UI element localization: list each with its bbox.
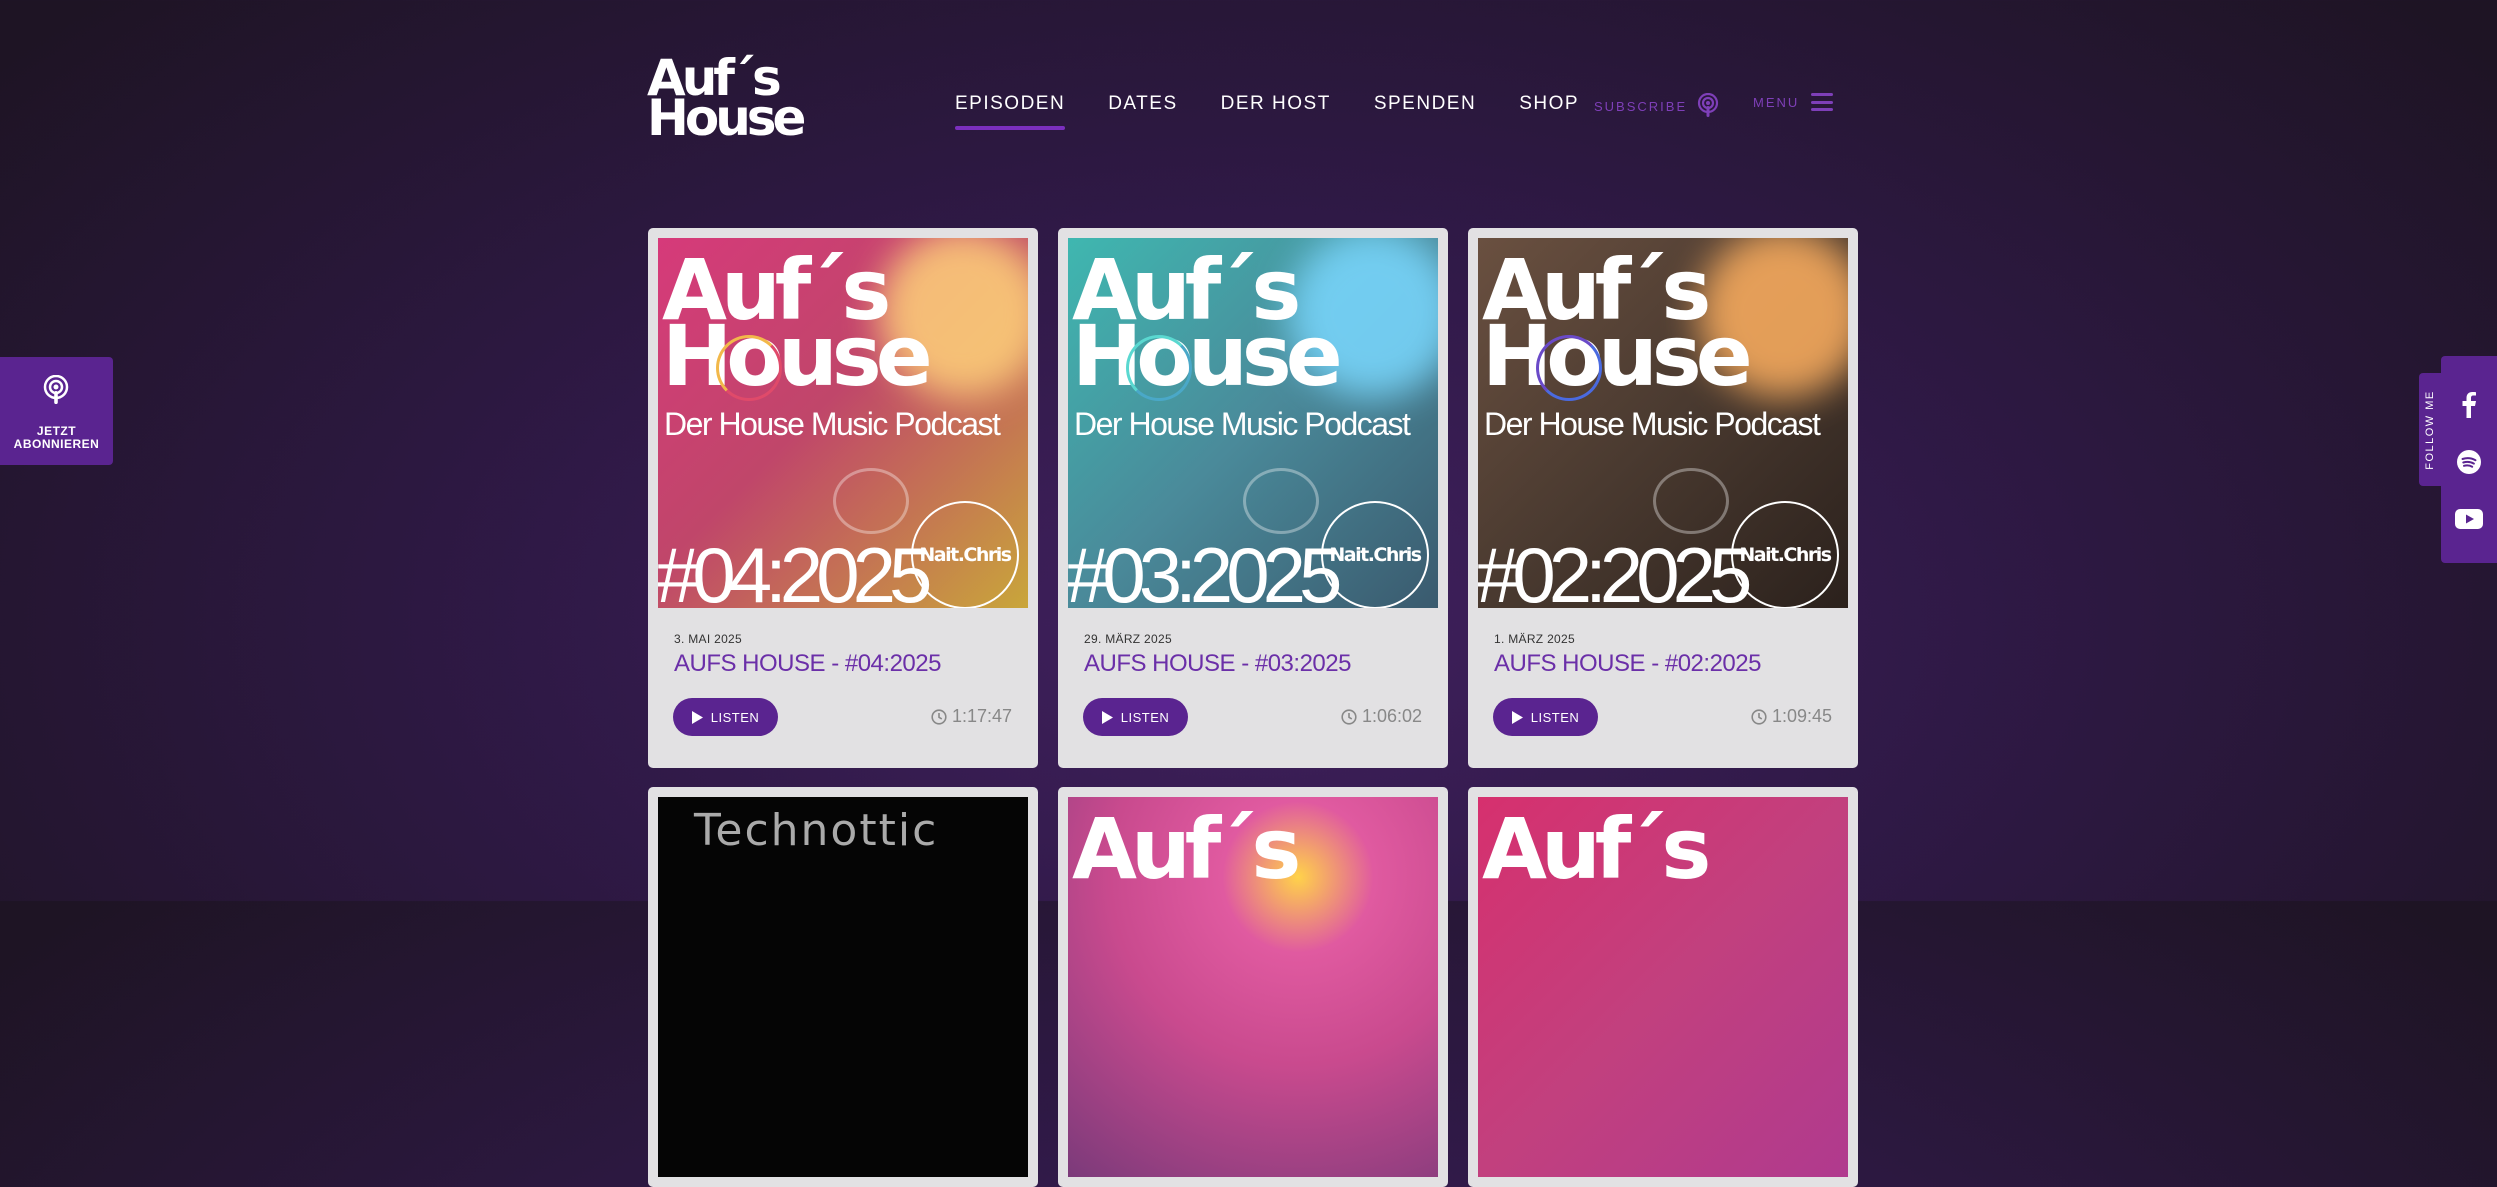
episode-card[interactable]: Auf´s bbox=[1468, 787, 1858, 1187]
listen-label: LISTEN bbox=[710, 709, 760, 725]
podcast-icon bbox=[43, 375, 69, 404]
episode-duration: 1:17:47 bbox=[931, 706, 1012, 727]
episode-date: 3. MAI 2025 bbox=[674, 632, 743, 646]
episode-cover[interactable]: Auf´s House Der House Music Podcast #04:… bbox=[658, 238, 1028, 608]
host-badge: Nait.Chris bbox=[1731, 501, 1839, 608]
follow-me-tab: FOLLOW ME bbox=[2419, 373, 2441, 486]
logo-line-2: House bbox=[647, 89, 806, 147]
youtube-icon[interactable] bbox=[2455, 505, 2483, 533]
cover-title: Technottic bbox=[694, 805, 939, 856]
cover-number: #04:2025 bbox=[658, 531, 932, 608]
cover-number: #02:2025 bbox=[1478, 531, 1752, 608]
cover-title-2: House bbox=[1072, 307, 1343, 405]
episode-date: 1. MÄRZ 2025 bbox=[1494, 632, 1575, 646]
main-nav: EPISODEN DATES DER HOST SPENDEN SHOP bbox=[955, 93, 1622, 130]
subscribe-button[interactable]: SUBSCRIBE bbox=[1594, 93, 1719, 119]
cover-ring bbox=[716, 335, 782, 401]
facebook-icon[interactable] bbox=[2455, 391, 2483, 419]
listen-button[interactable]: LISTEN bbox=[673, 698, 778, 736]
cover-title-2: House bbox=[662, 307, 933, 405]
cover-subtitle: Der House Music Podcast bbox=[664, 406, 1001, 442]
cover-title-2: House bbox=[1482, 307, 1753, 405]
episode-cover[interactable]: Auf´s bbox=[1478, 797, 1848, 1177]
site-logo[interactable]: Auf´s House bbox=[647, 52, 806, 144]
episode-cover[interactable]: Auf´s House Der House Music Podcast #02:… bbox=[1478, 238, 1848, 608]
turntable-shape bbox=[1653, 468, 1729, 534]
duration-text: 1:09:45 bbox=[1771, 706, 1832, 726]
nav-der-host[interactable]: DER HOST bbox=[1221, 93, 1331, 115]
cover-ring bbox=[1536, 335, 1602, 401]
turntable-shape bbox=[833, 468, 909, 534]
episode-date: 29. MÄRZ 2025 bbox=[1084, 632, 1172, 646]
episode-title[interactable]: AUFS HOUSE - #03:2025 bbox=[1084, 650, 1351, 678]
menu-label: MENU bbox=[1753, 94, 1800, 110]
clock-icon bbox=[1751, 708, 1767, 725]
podcast-icon bbox=[1698, 93, 1719, 117]
subscribe-now-line2: ABONNIEREN bbox=[13, 437, 100, 451]
listen-label: LISTEN bbox=[1530, 709, 1580, 725]
nav-spenden[interactable]: SPENDEN bbox=[1374, 93, 1476, 115]
play-icon bbox=[1101, 710, 1113, 724]
episode-title[interactable]: AUFS HOUSE - #02:2025 bbox=[1494, 650, 1761, 678]
play-icon bbox=[691, 710, 703, 724]
social-bar bbox=[2441, 356, 2497, 563]
episode-cover[interactable]: Technottic bbox=[658, 797, 1028, 1177]
subscribe-label: SUBSCRIBE bbox=[1594, 98, 1688, 114]
episode-cover[interactable]: Auf´s bbox=[1068, 797, 1438, 1177]
episode-card[interactable]: Auf´s House Der House Music Podcast #02:… bbox=[1468, 228, 1858, 768]
episode-duration: 1:09:45 bbox=[1751, 706, 1832, 727]
play-icon bbox=[1511, 710, 1523, 724]
spotify-icon[interactable] bbox=[2455, 448, 2483, 476]
episode-cover[interactable]: Auf´s House Der House Music Podcast #03:… bbox=[1068, 238, 1438, 608]
nav-episoden[interactable]: EPISODEN bbox=[955, 93, 1066, 130]
episode-card[interactable]: Auf´s House Der House Music Podcast #03:… bbox=[1058, 228, 1448, 768]
subscribe-now-widget[interactable]: JETZT ABONNIEREN bbox=[0, 357, 113, 465]
cover-subtitle: Der House Music Podcast bbox=[1074, 406, 1411, 442]
duration-text: 1:06:02 bbox=[1361, 706, 1422, 726]
duration-text: 1:17:47 bbox=[951, 706, 1012, 726]
host-badge: Nait.Chris bbox=[1321, 501, 1429, 608]
follow-me-label: FOLLOW ME bbox=[2424, 389, 2436, 470]
clock-icon bbox=[931, 708, 947, 725]
cover-subtitle: Der House Music Podcast bbox=[1484, 406, 1821, 442]
listen-label: LISTEN bbox=[1120, 709, 1170, 725]
host-badge: Nait.Chris bbox=[911, 501, 1019, 608]
episode-card[interactable]: Technottic bbox=[648, 787, 1038, 1187]
clock-icon bbox=[1341, 708, 1357, 725]
menu-button[interactable]: MENU bbox=[1753, 93, 1834, 111]
cover-title-1: Auf´s bbox=[1482, 800, 1711, 898]
listen-button[interactable]: LISTEN bbox=[1493, 698, 1598, 736]
cover-title-1: Auf´s bbox=[1072, 800, 1301, 898]
episode-duration: 1:06:02 bbox=[1341, 706, 1422, 727]
cover-number: #03:2025 bbox=[1068, 531, 1342, 608]
listen-button[interactable]: LISTEN bbox=[1083, 698, 1188, 736]
hamburger-icon bbox=[1811, 93, 1834, 111]
nav-shop[interactable]: SHOP bbox=[1519, 93, 1579, 115]
episode-title[interactable]: AUFS HOUSE - #04:2025 bbox=[674, 650, 941, 678]
cover-ring bbox=[1126, 335, 1192, 401]
turntable-shape bbox=[1243, 468, 1319, 534]
nav-dates[interactable]: DATES bbox=[1108, 93, 1177, 115]
episode-card[interactable]: Auf´s bbox=[1058, 787, 1448, 1187]
episode-card[interactable]: Auf´s House Der House Music Podcast #04:… bbox=[648, 228, 1038, 768]
